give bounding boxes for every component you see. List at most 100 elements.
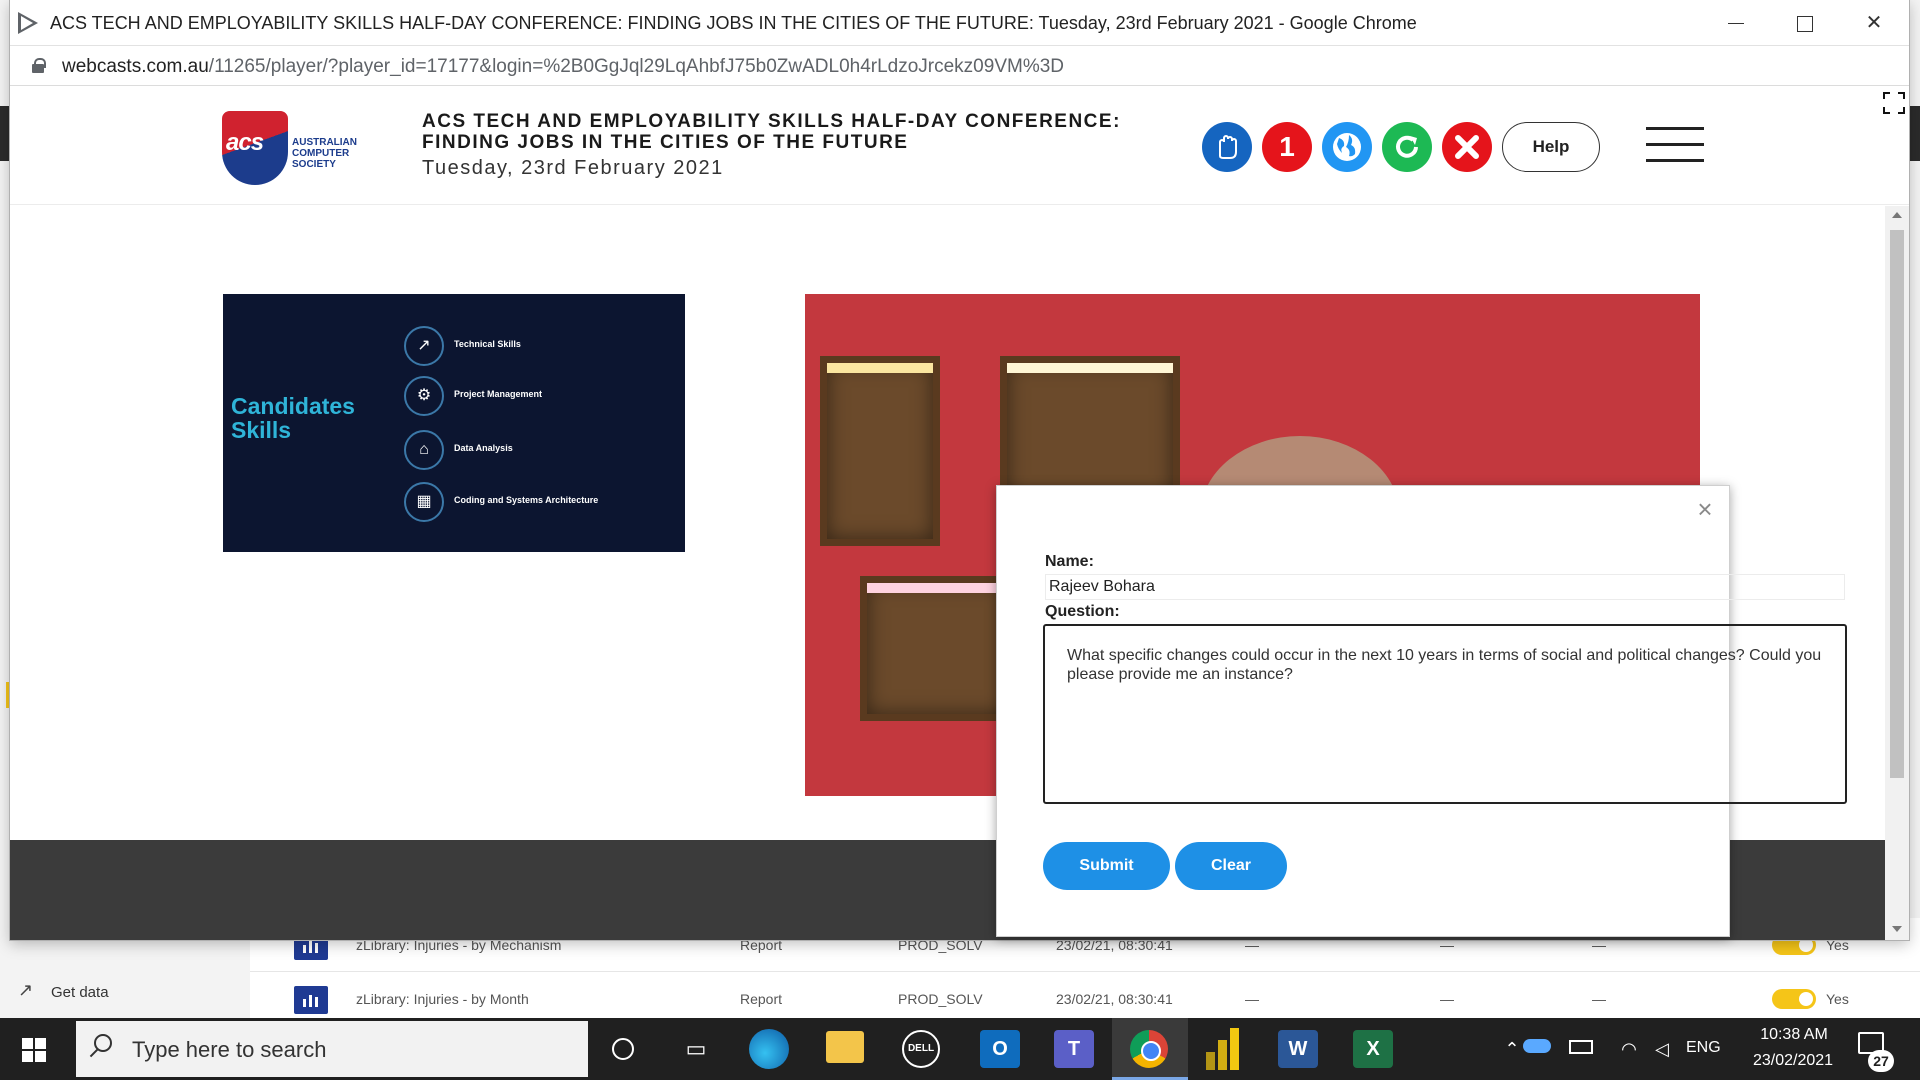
scroll-up-icon[interactable]: [1892, 212, 1902, 218]
scroll-down-icon[interactable]: [1892, 926, 1902, 932]
video-shelf: [1000, 356, 1180, 506]
taskbar: Type here to search ▭ DELL O T W X ⌃ ◠ ◁…: [0, 1018, 1920, 1080]
slide-heading-line: Candidates: [231, 393, 355, 419]
hand-icon: [1219, 135, 1237, 159]
get-data-label: Get data: [51, 984, 109, 1001]
conference-title: ACS TECH AND EMPLOYABILITY SKILLS HALF-D…: [422, 111, 1121, 153]
data-analysis-icon: ⌂: [404, 430, 444, 470]
row-owner: PROD_SOLV: [898, 991, 983, 1007]
task-view-icon[interactable]: ▭: [674, 1027, 718, 1071]
arrow-up-right-icon: ↗: [18, 980, 34, 1000]
acs-logo-text: acs: [226, 129, 264, 156]
close-window-button[interactable]: ✕: [1840, 0, 1908, 46]
hamburger-menu-icon[interactable]: [1646, 127, 1704, 163]
volume-icon[interactable]: ◁: [1640, 1027, 1684, 1071]
project-management-icon: ⚙: [404, 376, 444, 416]
slide-item-label: Coding and Systems Architecture: [454, 495, 599, 505]
row-col3: —: [1592, 991, 1606, 1007]
slide-panel: Candidates Skills ↗ Technical Skills ⚙ P…: [223, 294, 685, 552]
org-line: COMPUTER: [292, 148, 350, 159]
chrome-icon[interactable]: [1130, 1030, 1168, 1068]
start-button[interactable]: [0, 1018, 68, 1080]
close-dialog-icon[interactable]: ×: [1695, 496, 1715, 522]
acs-shield: acs: [222, 111, 288, 185]
help-button[interactable]: Help: [1502, 122, 1600, 172]
slide-item-label: Technical Skills: [454, 339, 521, 349]
onedrive-icon[interactable]: [1523, 1039, 1551, 1053]
file-explorer-icon[interactable]: [826, 1031, 864, 1063]
address-bar[interactable]: webcasts.com.au/11265/player/?player_id=…: [10, 46, 1909, 86]
conference-date: Tuesday, 23rd February 2021: [422, 157, 724, 179]
conference-title-line: FINDING JOBS IN THE CITIES OF THE FUTURE: [422, 132, 909, 153]
acs-logo: acs AUSTRALIAN COMPUTER SOCIETY: [222, 111, 372, 187]
globe-icon: [1333, 133, 1361, 161]
slide-item-label: Project Management: [454, 389, 543, 399]
clear-button[interactable]: Clear: [1175, 842, 1287, 890]
acs-org-name: AUSTRALIAN COMPUTER SOCIETY: [292, 137, 357, 170]
outlook-icon[interactable]: O: [980, 1030, 1020, 1068]
battery-icon[interactable]: [1569, 1040, 1593, 1054]
row-type: Report: [740, 991, 783, 1007]
report-icon: [294, 986, 328, 1014]
question-label: Question:: [1045, 603, 1120, 620]
cortana-icon[interactable]: [601, 1027, 645, 1071]
video-shelf: [860, 576, 1015, 721]
window-title: ACS TECH AND EMPLOYABILITY SKILLS HALF-D…: [50, 13, 1417, 33]
raise-hand-button[interactable]: [1202, 122, 1252, 172]
slide-heading: Candidates Skills: [231, 394, 355, 442]
globe-button[interactable]: [1322, 122, 1372, 172]
name-label: Name:: [1045, 553, 1094, 570]
taskbar-search-box[interactable]: Type here to search: [76, 1021, 588, 1077]
get-data-link[interactable]: ↗ Get data: [0, 966, 250, 1018]
scroll-thumb[interactable]: [1890, 230, 1904, 778]
row-name[interactable]: zLibrary: Injuries - by Month: [356, 991, 529, 1007]
video-shelf: [820, 356, 940, 546]
ask-question-dialog: × Name: Rajeev Bohara Question: What spe…: [996, 485, 1847, 937]
row-toggle[interactable]: [1772, 989, 1816, 1009]
clock-time[interactable]: 10:38 AM: [1744, 1026, 1844, 1044]
close-icon: [1455, 135, 1479, 159]
url-path: /11265/player/?player_id=17177&login=%2B…: [208, 56, 1065, 77]
teams-icon[interactable]: T: [1054, 1030, 1094, 1068]
question-textarea[interactable]: What specific changes could occur in the…: [1043, 624, 1847, 804]
word-icon[interactable]: W: [1278, 1030, 1318, 1068]
coding-architecture-icon: ▦: [404, 482, 444, 522]
lock-icon[interactable]: [32, 58, 46, 73]
row-col1: —: [1245, 991, 1259, 1007]
refresh-icon: [1396, 135, 1418, 158]
exit-button[interactable]: [1442, 122, 1492, 172]
conference-title-line: ACS TECH AND EMPLOYABILITY SKILLS HALF-D…: [422, 111, 1121, 132]
dell-icon[interactable]: DELL: [902, 1030, 940, 1068]
title-bar[interactable]: ACS TECH AND EMPLOYABILITY SKILLS HALF-D…: [10, 0, 1909, 46]
refresh-button[interactable]: [1382, 122, 1432, 172]
minimize-button[interactable]: [1702, 0, 1770, 46]
excel-icon[interactable]: X: [1353, 1030, 1393, 1068]
chart-growth-icon: ↗: [404, 326, 444, 366]
edge-icon[interactable]: [749, 1029, 789, 1069]
row-col2: —: [1440, 991, 1454, 1007]
page-scrollbar[interactable]: [1885, 206, 1909, 940]
search-icon: [94, 1034, 112, 1052]
browser-window: ACS TECH AND EMPLOYABILITY SKILLS HALF-D…: [10, 0, 1909, 940]
name-field[interactable]: Rajeev Bohara: [1045, 574, 1845, 600]
play-icon: [18, 12, 38, 34]
search-placeholder: Type here to search: [132, 1037, 327, 1062]
notification-badge: 27: [1868, 1050, 1894, 1072]
notification-count-button[interactable]: 1: [1262, 122, 1312, 172]
fullscreen-icon[interactable]: [1883, 92, 1905, 114]
org-line: AUSTRALIAN: [292, 137, 357, 148]
row-refreshed: 23/02/21, 08:30:41: [1056, 991, 1173, 1007]
site-header: acs AUSTRALIAN COMPUTER SOCIETY ACS TECH…: [10, 87, 1909, 205]
submit-button[interactable]: Submit: [1043, 842, 1170, 890]
clock-date[interactable]: 23/02/2021: [1738, 1052, 1848, 1070]
power-bi-icon[interactable]: [1206, 1028, 1240, 1070]
maximize-button[interactable]: [1770, 0, 1838, 46]
language-indicator[interactable]: ENG: [1686, 1039, 1721, 1057]
org-line: SOCIETY: [292, 159, 336, 170]
slide-heading-line: Skills: [231, 417, 292, 443]
background-panel-edge: [1908, 106, 1920, 161]
url-text[interactable]: webcasts.com.au/11265/player/?player_id=…: [62, 56, 1064, 78]
url-host: webcasts.com.au: [62, 56, 209, 77]
slide-item-label: Data Analysis: [454, 443, 513, 453]
row-flag: Yes: [1826, 991, 1849, 1007]
